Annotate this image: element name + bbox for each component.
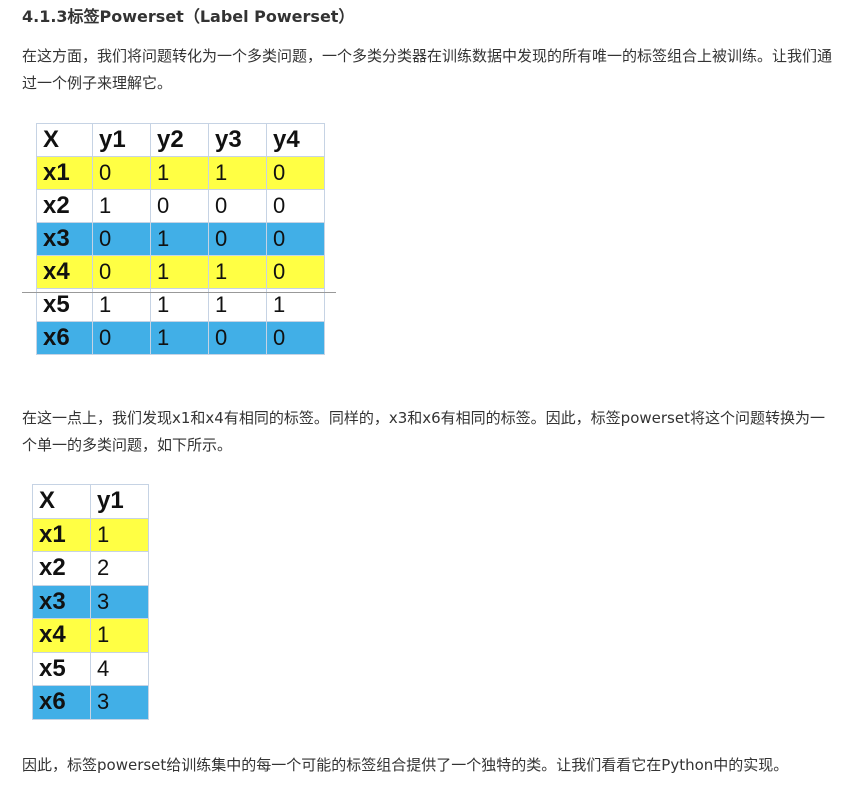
table-cell: 0	[266, 189, 325, 223]
table-cell: 1	[90, 517, 149, 552]
divider-line	[22, 292, 336, 293]
table-cell: 1	[150, 288, 209, 322]
table-row: x3 0 1 0 0	[36, 222, 325, 256]
row-label-cell: x6	[32, 685, 91, 720]
table-cell: 0	[92, 255, 151, 289]
explanation-paragraph: 在这一点上，我们发现x1和x4有相同的标签。同样的，x3和x6有相同的标签。因此…	[22, 409, 825, 454]
multilabel-table: Xy1 y2 y3 y4 x1 0 1 1 0 x2 1 0 0 0 x3 0 1 0 0 x4 0 1 1 0 x5 1 1 1 1…	[36, 123, 325, 355]
table-row: x5 4	[32, 651, 149, 686]
row-label-cell: x2	[32, 551, 91, 586]
table-cell: 3	[90, 584, 149, 619]
row-label-cell: x4	[32, 618, 91, 653]
table-cell: 1	[208, 288, 267, 322]
row-label-cell: x5	[36, 288, 93, 322]
table-header-row: Xy1	[32, 484, 149, 519]
column-header: y1	[90, 484, 149, 519]
label-table: Xy1 y2 y3 y4 x1 0 1 1 0 x2 1 0 0 0 x3 0 1 0 0 x4 0 1 1 0 x5 1 1 1 1…	[36, 123, 325, 355]
column-header: y3	[208, 123, 267, 157]
row-label-cell: x4	[36, 255, 93, 289]
table-cell: 1	[92, 288, 151, 322]
table-cell: 1	[208, 156, 267, 190]
row-label-cell: x3	[32, 584, 91, 619]
table-cell: 0	[266, 321, 325, 355]
section-heading: 4.1.3标签Powerset（Label Powerset）	[22, 7, 355, 26]
table-row: x2 2	[32, 551, 149, 586]
conclusion-paragraph: 因此，标签powerset给训练集中的每一个可能的标签组合提供了一个独特的类。让…	[22, 756, 789, 774]
table-cell: 0	[266, 222, 325, 256]
column-header: y4	[266, 123, 325, 157]
table-row: x1 1	[32, 517, 149, 552]
table-row: x4 1	[32, 618, 149, 653]
table-cell: 0	[266, 255, 325, 289]
table-header-row: Xy1 y2 y3 y4	[36, 123, 325, 157]
table-cell: 0	[208, 321, 267, 355]
table-row: x6 3	[32, 685, 149, 720]
table-row: x1 0 1 1 0	[36, 156, 325, 190]
row-label-cell: x1	[36, 156, 93, 190]
powerset-table: Xy1 x1 1 x2 2 x3 3 x4 1 x5 4 x6 3	[32, 484, 149, 720]
table-cell: 0	[92, 321, 151, 355]
table-cell: 1	[150, 255, 209, 289]
table-cell: 0	[208, 189, 267, 223]
table-cell: 0	[92, 222, 151, 256]
table-row: x6 0 1 0 0	[36, 321, 325, 355]
table-cell: 0	[92, 156, 151, 190]
table-cell: 0	[208, 222, 267, 256]
row-label-cell: x2	[36, 189, 93, 223]
table-row: x5 1 1 1 1	[36, 288, 325, 322]
table-cell: 1	[92, 189, 151, 223]
table-cell: 1	[266, 288, 325, 322]
column-header: y1	[92, 123, 151, 157]
table-cell: 4	[90, 651, 149, 686]
row-label-cell: x3	[36, 222, 93, 256]
column-header: X	[36, 123, 93, 157]
table-cell: 2	[90, 551, 149, 586]
class-table: Xy1 x1 1 x2 2 x3 3 x4 1 x5 4 x6 3	[32, 484, 149, 720]
table-cell: 1	[150, 222, 209, 256]
column-header: y2	[150, 123, 209, 157]
column-header: X	[32, 484, 91, 519]
row-label-cell: x6	[36, 321, 93, 355]
table-row: x4 0 1 1 0	[36, 255, 325, 289]
table-cell: 3	[90, 685, 149, 720]
table-row: x2 1 0 0 0	[36, 189, 325, 223]
table-row: x3 3	[32, 584, 149, 619]
table-cell: 0	[150, 189, 209, 223]
row-label-cell: x1	[32, 517, 91, 552]
intro-paragraph: 在这方面，我们将问题转化为一个多类问题，一个多类分类器在训练数据中发现的所有唯一…	[22, 47, 833, 92]
table-cell: 0	[266, 156, 325, 190]
table-cell: 1	[150, 321, 209, 355]
row-label-cell: x5	[32, 651, 91, 686]
table-cell: 1	[208, 255, 267, 289]
table-cell: 1	[90, 618, 149, 653]
table-cell: 1	[150, 156, 209, 190]
